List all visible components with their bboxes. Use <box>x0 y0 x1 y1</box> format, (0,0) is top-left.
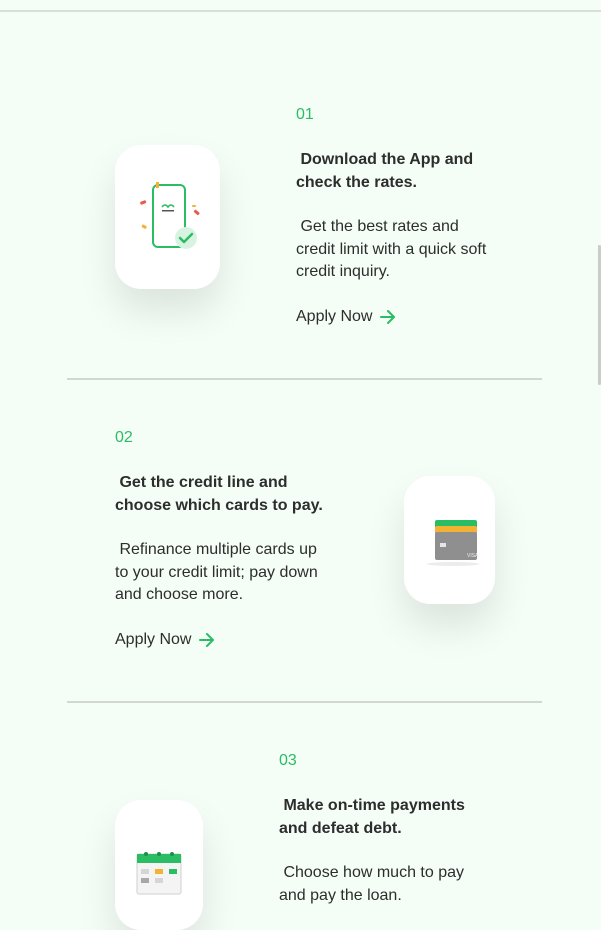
step-2-illustration-card: VISA <box>404 476 495 604</box>
step-description: Refinance multiple cards up to your cred… <box>115 541 318 603</box>
top-divider <box>0 10 601 12</box>
apply-now-label: Apply Now <box>115 630 192 648</box>
section-divider <box>67 701 542 703</box>
step-title: Make on-time payments and defeat debt. <box>279 797 465 837</box>
card-brand: VISA <box>467 553 479 559</box>
arrow-right-icon <box>380 309 396 324</box>
calendar-icon <box>136 852 182 895</box>
step-title: Get the credit line and choose which car… <box>115 474 323 514</box>
apply-now-label: Apply Now <box>296 307 373 325</box>
step-number: 01 <box>296 106 314 123</box>
arrow-right-icon <box>199 632 215 647</box>
step-number: 03 <box>279 752 297 769</box>
phone-check-icon <box>139 182 200 249</box>
apply-now-link[interactable]: Apply Now <box>296 308 526 326</box>
section-divider <box>67 378 542 380</box>
step-1-content: 01 Download the App and check the rates.… <box>296 106 526 326</box>
step-3-illustration-card <box>115 800 203 930</box>
apply-now-link[interactable]: Apply Now <box>115 631 355 649</box>
step-description: Get the best rates and credit limit with… <box>296 218 487 280</box>
step-number: 02 <box>115 429 133 446</box>
step-2-content: 02 Get the credit line and choose which … <box>115 429 355 649</box>
step-description: Choose how much to pay and pay the loan. <box>279 864 464 904</box>
step-1-illustration-card <box>115 145 220 289</box>
step-3-content: 03 Make on-time payments and defeat debt… <box>279 752 509 907</box>
credit-cards-icon: VISA <box>426 520 479 566</box>
step-title: Download the App and check the rates. <box>296 151 474 191</box>
